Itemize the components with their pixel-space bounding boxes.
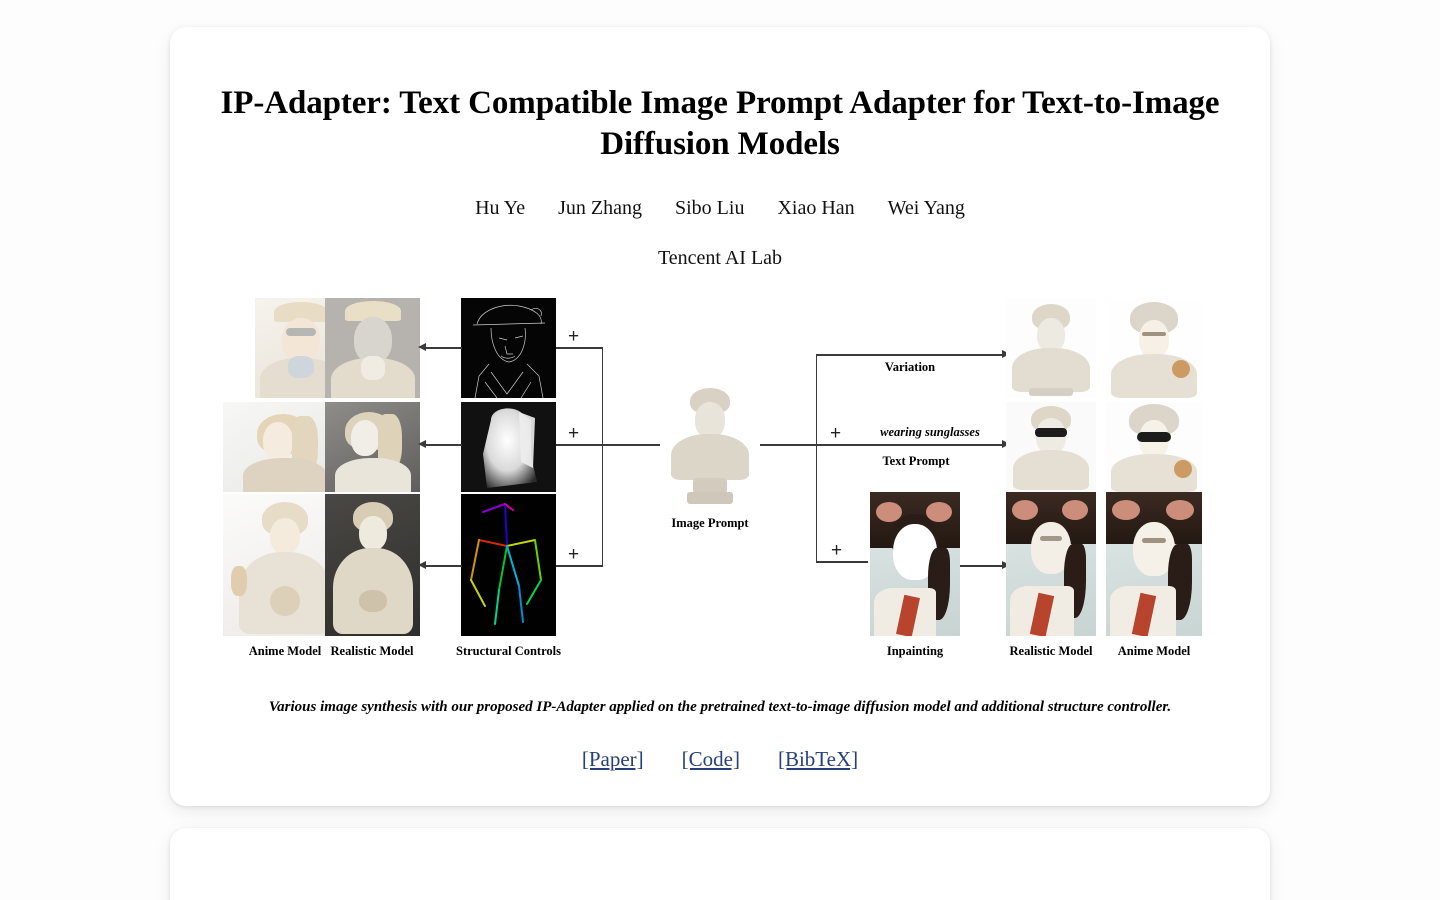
realistic-model-right-label: Realistic Model xyxy=(1009,644,1093,659)
sunglasses-anime-output xyxy=(1106,402,1202,493)
text-prompt-label: Text Prompt xyxy=(882,454,950,469)
paper-link[interactable]: [Paper] xyxy=(582,747,644,771)
realistic-model-output-1 xyxy=(325,298,420,399)
control-arrow-line-2 xyxy=(422,444,462,446)
page-title: IP-Adapter: Text Compatible Image Prompt… xyxy=(220,85,1220,162)
secondary-card xyxy=(170,827,1270,900)
variation-label: Variation xyxy=(884,360,936,375)
author: Jun Zhang xyxy=(558,197,642,220)
text-prompt-value-label: wearing sunglasses xyxy=(880,425,980,440)
pose-skeleton-icon xyxy=(470,503,542,626)
text-prompt-arrow-line xyxy=(816,444,1004,446)
operator-plus-2: + xyxy=(568,423,580,445)
author: Wei Yang xyxy=(887,197,965,220)
author: Xiao Han xyxy=(777,197,855,220)
inpainting-arrow-line xyxy=(960,565,1006,567)
operator-plus-5: + xyxy=(831,540,843,562)
sunglasses-overlay xyxy=(1137,432,1171,443)
control-arrow-head-2 xyxy=(418,440,426,449)
openpose-control xyxy=(461,494,556,637)
project-page: IP-Adapter: Text Compatible Image Prompt… xyxy=(0,0,1440,900)
anime-model-right-label: Anime Model xyxy=(1117,644,1191,659)
output-bus-vertical xyxy=(816,354,818,563)
code-link[interactable]: [Code] xyxy=(682,747,740,771)
control-bus-stub-3 xyxy=(556,565,603,567)
inpainting-anime-output xyxy=(1106,492,1202,637)
bibtex-link[interactable]: [BibTeX] xyxy=(778,747,858,771)
depth-map-control xyxy=(461,402,556,493)
inpainting-bus-line xyxy=(816,561,868,563)
sunglasses-overlay xyxy=(1035,428,1067,438)
operator-plus-1: + xyxy=(568,326,580,348)
control-arrow-line-3 xyxy=(422,565,462,567)
figure-caption: Various image synthesis with our propose… xyxy=(268,699,1172,716)
control-arrow-line-1 xyxy=(422,347,462,349)
edge-map-icon xyxy=(472,305,546,399)
sunglasses-realistic-output xyxy=(1006,402,1096,493)
depth-map-icon xyxy=(461,402,556,493)
control-arrow-head-3 xyxy=(418,561,426,570)
control-bus-stub-2 xyxy=(556,444,603,446)
teaser-figure: + + + Image Prompt Variation + wearing s… xyxy=(210,294,1230,664)
image-prompt-label: Image Prompt xyxy=(671,516,749,531)
control-bus-vertical xyxy=(602,347,604,567)
realistic-model-left-label: Realistic Model xyxy=(330,644,414,659)
author: Sibo Liu xyxy=(674,197,745,220)
variation-arrow-line xyxy=(816,354,1004,356)
affiliation: Tencent AI Lab xyxy=(657,247,783,270)
realistic-model-output-3 xyxy=(325,494,420,637)
image-prompt-out-line xyxy=(760,444,817,446)
canny-edge-control xyxy=(461,298,556,399)
inpainting-realistic-output xyxy=(1006,492,1096,637)
inpainting-input-image xyxy=(870,492,960,637)
structural-controls-label: Structural Controls xyxy=(456,644,561,659)
control-arrow-head-1 xyxy=(418,343,426,352)
inpainting-label: Inpainting xyxy=(886,644,944,659)
image-prompt-image xyxy=(660,382,760,511)
resource-links: [Paper] [Code] [BibTeX] xyxy=(210,747,1230,772)
variation-realistic-output xyxy=(1006,298,1096,399)
variation-anime-output xyxy=(1106,298,1202,399)
operator-plus-3: + xyxy=(568,544,580,566)
realistic-model-output-2 xyxy=(325,402,420,493)
control-bus-stub-1 xyxy=(556,347,603,349)
operator-plus-4: + xyxy=(830,423,842,445)
paper-header-card: IP-Adapter: Text Compatible Image Prompt… xyxy=(170,27,1270,806)
author: Hu Ye xyxy=(475,197,526,220)
author-list: Hu Ye Jun Zhang Sibo Liu Xiao Han Wei Ya… xyxy=(210,197,1230,220)
